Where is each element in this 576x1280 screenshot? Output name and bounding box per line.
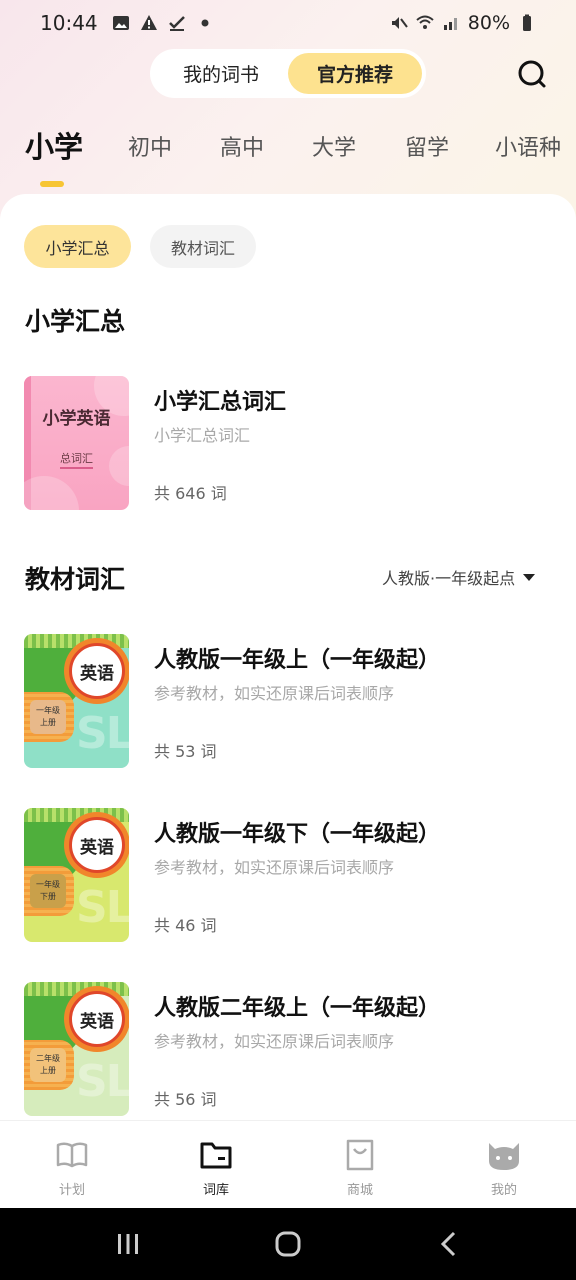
book-word-count: 共 56 词	[154, 1090, 217, 1109]
book-item[interactable]: 小学英语 总词汇 小学汇总词汇 小学汇总词汇 共 646 词	[0, 376, 576, 516]
cover-grade-label: 一年级 下册	[30, 874, 66, 908]
cover-grade-label: 二年级 上册	[30, 1048, 66, 1082]
caret-down-icon	[523, 573, 536, 581]
back-icon[interactable]	[434, 1228, 466, 1260]
book-title: 人教版一年级下（一年级起）	[154, 822, 441, 847]
cover-logo-text: SL	[76, 708, 129, 759]
nav-library-label: 词库	[202, 1183, 229, 1198]
book-title: 人教版二年级上（一年级起）	[154, 996, 441, 1021]
cover-badge: 英语	[69, 817, 125, 873]
book-item[interactable]: 二年级 上册 英语 SL 人教版二年级上（一年级起） 参考教材，如实还原课后词表顺…	[0, 982, 576, 1122]
edition-select[interactable]: 人教版·一年级起点	[382, 565, 536, 589]
tab-junior-high[interactable]: 初中	[128, 130, 172, 162]
tab-primary[interactable]: 小学	[25, 124, 83, 166]
cover-subtitle: 总词汇	[60, 452, 93, 465]
battery-icon	[523, 14, 531, 31]
nav-plan[interactable]: 计划	[0, 1121, 144, 1209]
cover-badge: 英语	[69, 643, 125, 699]
bottom-nav: 计划 词库 商城 我的	[0, 1120, 576, 1208]
search-icon[interactable]	[514, 56, 550, 92]
battery-percent: 80%	[467, 12, 510, 34]
chip-primary-summary[interactable]: 小学汇总	[24, 225, 131, 268]
nav-shop[interactable]: 商城	[288, 1121, 432, 1209]
shopping-bag-icon	[346, 1139, 374, 1171]
book-title: 小学汇总词汇	[154, 390, 287, 415]
cover-grade-label: 一年级 上册	[30, 700, 66, 734]
recent-apps-icon[interactable]	[112, 1228, 144, 1260]
book-item[interactable]: 一年级 上册 英语 SL 人教版一年级上（一年级起） 参考教材，如实还原课后词表顺…	[0, 634, 576, 774]
segment-my-books[interactable]: 我的词书	[154, 53, 288, 94]
cover-badge: 英语	[69, 991, 125, 1047]
segment-official-recommend[interactable]: 官方推荐	[288, 53, 422, 94]
check-icon	[168, 16, 185, 31]
cover-logo-text: SL	[76, 882, 129, 933]
nav-profile[interactable]: 我的	[432, 1121, 576, 1209]
cover-logo-text: SL	[76, 1056, 129, 1107]
tab-minor-languages[interactable]: 小语种	[495, 130, 561, 162]
nav-profile-label: 我的	[490, 1183, 517, 1198]
book-word-count: 共 53 词	[154, 742, 217, 761]
level-tabs: 小学 初中 高中 大学 留学 小语种	[0, 130, 576, 190]
book-cover: 小学英语 总词汇	[24, 376, 129, 510]
signal-icon	[443, 18, 457, 30]
wifi-icon	[416, 15, 434, 29]
book-title: 人教版一年级上（一年级起）	[154, 648, 441, 673]
edition-select-label: 人教版·一年级起点	[382, 569, 516, 588]
book-cover: 二年级 上册 英语 SL	[24, 982, 129, 1116]
book-source-switch: 我的词书 官方推荐	[150, 49, 426, 98]
nav-library[interactable]: 词库	[144, 1121, 288, 1209]
status-time: 10:44	[40, 11, 98, 35]
status-bar: 10:44 80%	[0, 0, 576, 46]
tab-study-abroad[interactable]: 留学	[405, 130, 449, 162]
section-title-textbook: 教材词汇	[25, 565, 126, 594]
tab-university[interactable]: 大学	[312, 130, 356, 162]
book-cover: 一年级 下册 英语 SL	[24, 808, 129, 942]
nav-shop-label: 商城	[346, 1183, 373, 1198]
book-description: 小学汇总词汇	[154, 426, 251, 445]
book-description: 参考教材，如实还原课后词表顺序	[154, 684, 395, 703]
book-description: 参考教材，如实还原课后词表顺序	[154, 1032, 395, 1051]
book-item[interactable]: 一年级 下册 英语 SL 人教版一年级下（一年级起） 参考教材，如实还原课后词表顺…	[0, 808, 576, 948]
dot-icon	[201, 19, 209, 27]
home-icon[interactable]	[272, 1228, 304, 1260]
book-cover: 一年级 上册 英语 SL	[24, 634, 129, 768]
book-word-count: 共 46 词	[154, 916, 217, 935]
book-word-count: 共 646 词	[154, 484, 227, 503]
book-icon	[56, 1142, 88, 1168]
system-nav-bar	[0, 1208, 576, 1280]
folder-icon	[200, 1142, 232, 1169]
tab-senior-high[interactable]: 高中	[220, 130, 264, 162]
section-title-summary: 小学汇总	[25, 307, 126, 336]
cover-title: 小学英语	[42, 409, 111, 429]
tab-indicator	[40, 181, 64, 187]
cat-face-icon	[489, 1143, 519, 1170]
warning-icon	[140, 15, 157, 30]
chip-textbook-vocab[interactable]: 教材词汇	[150, 225, 256, 268]
book-description: 参考教材，如实还原课后词表顺序	[154, 858, 395, 877]
nav-plan-label: 计划	[58, 1183, 85, 1198]
image-icon	[112, 16, 129, 30]
mute-icon	[391, 17, 408, 29]
